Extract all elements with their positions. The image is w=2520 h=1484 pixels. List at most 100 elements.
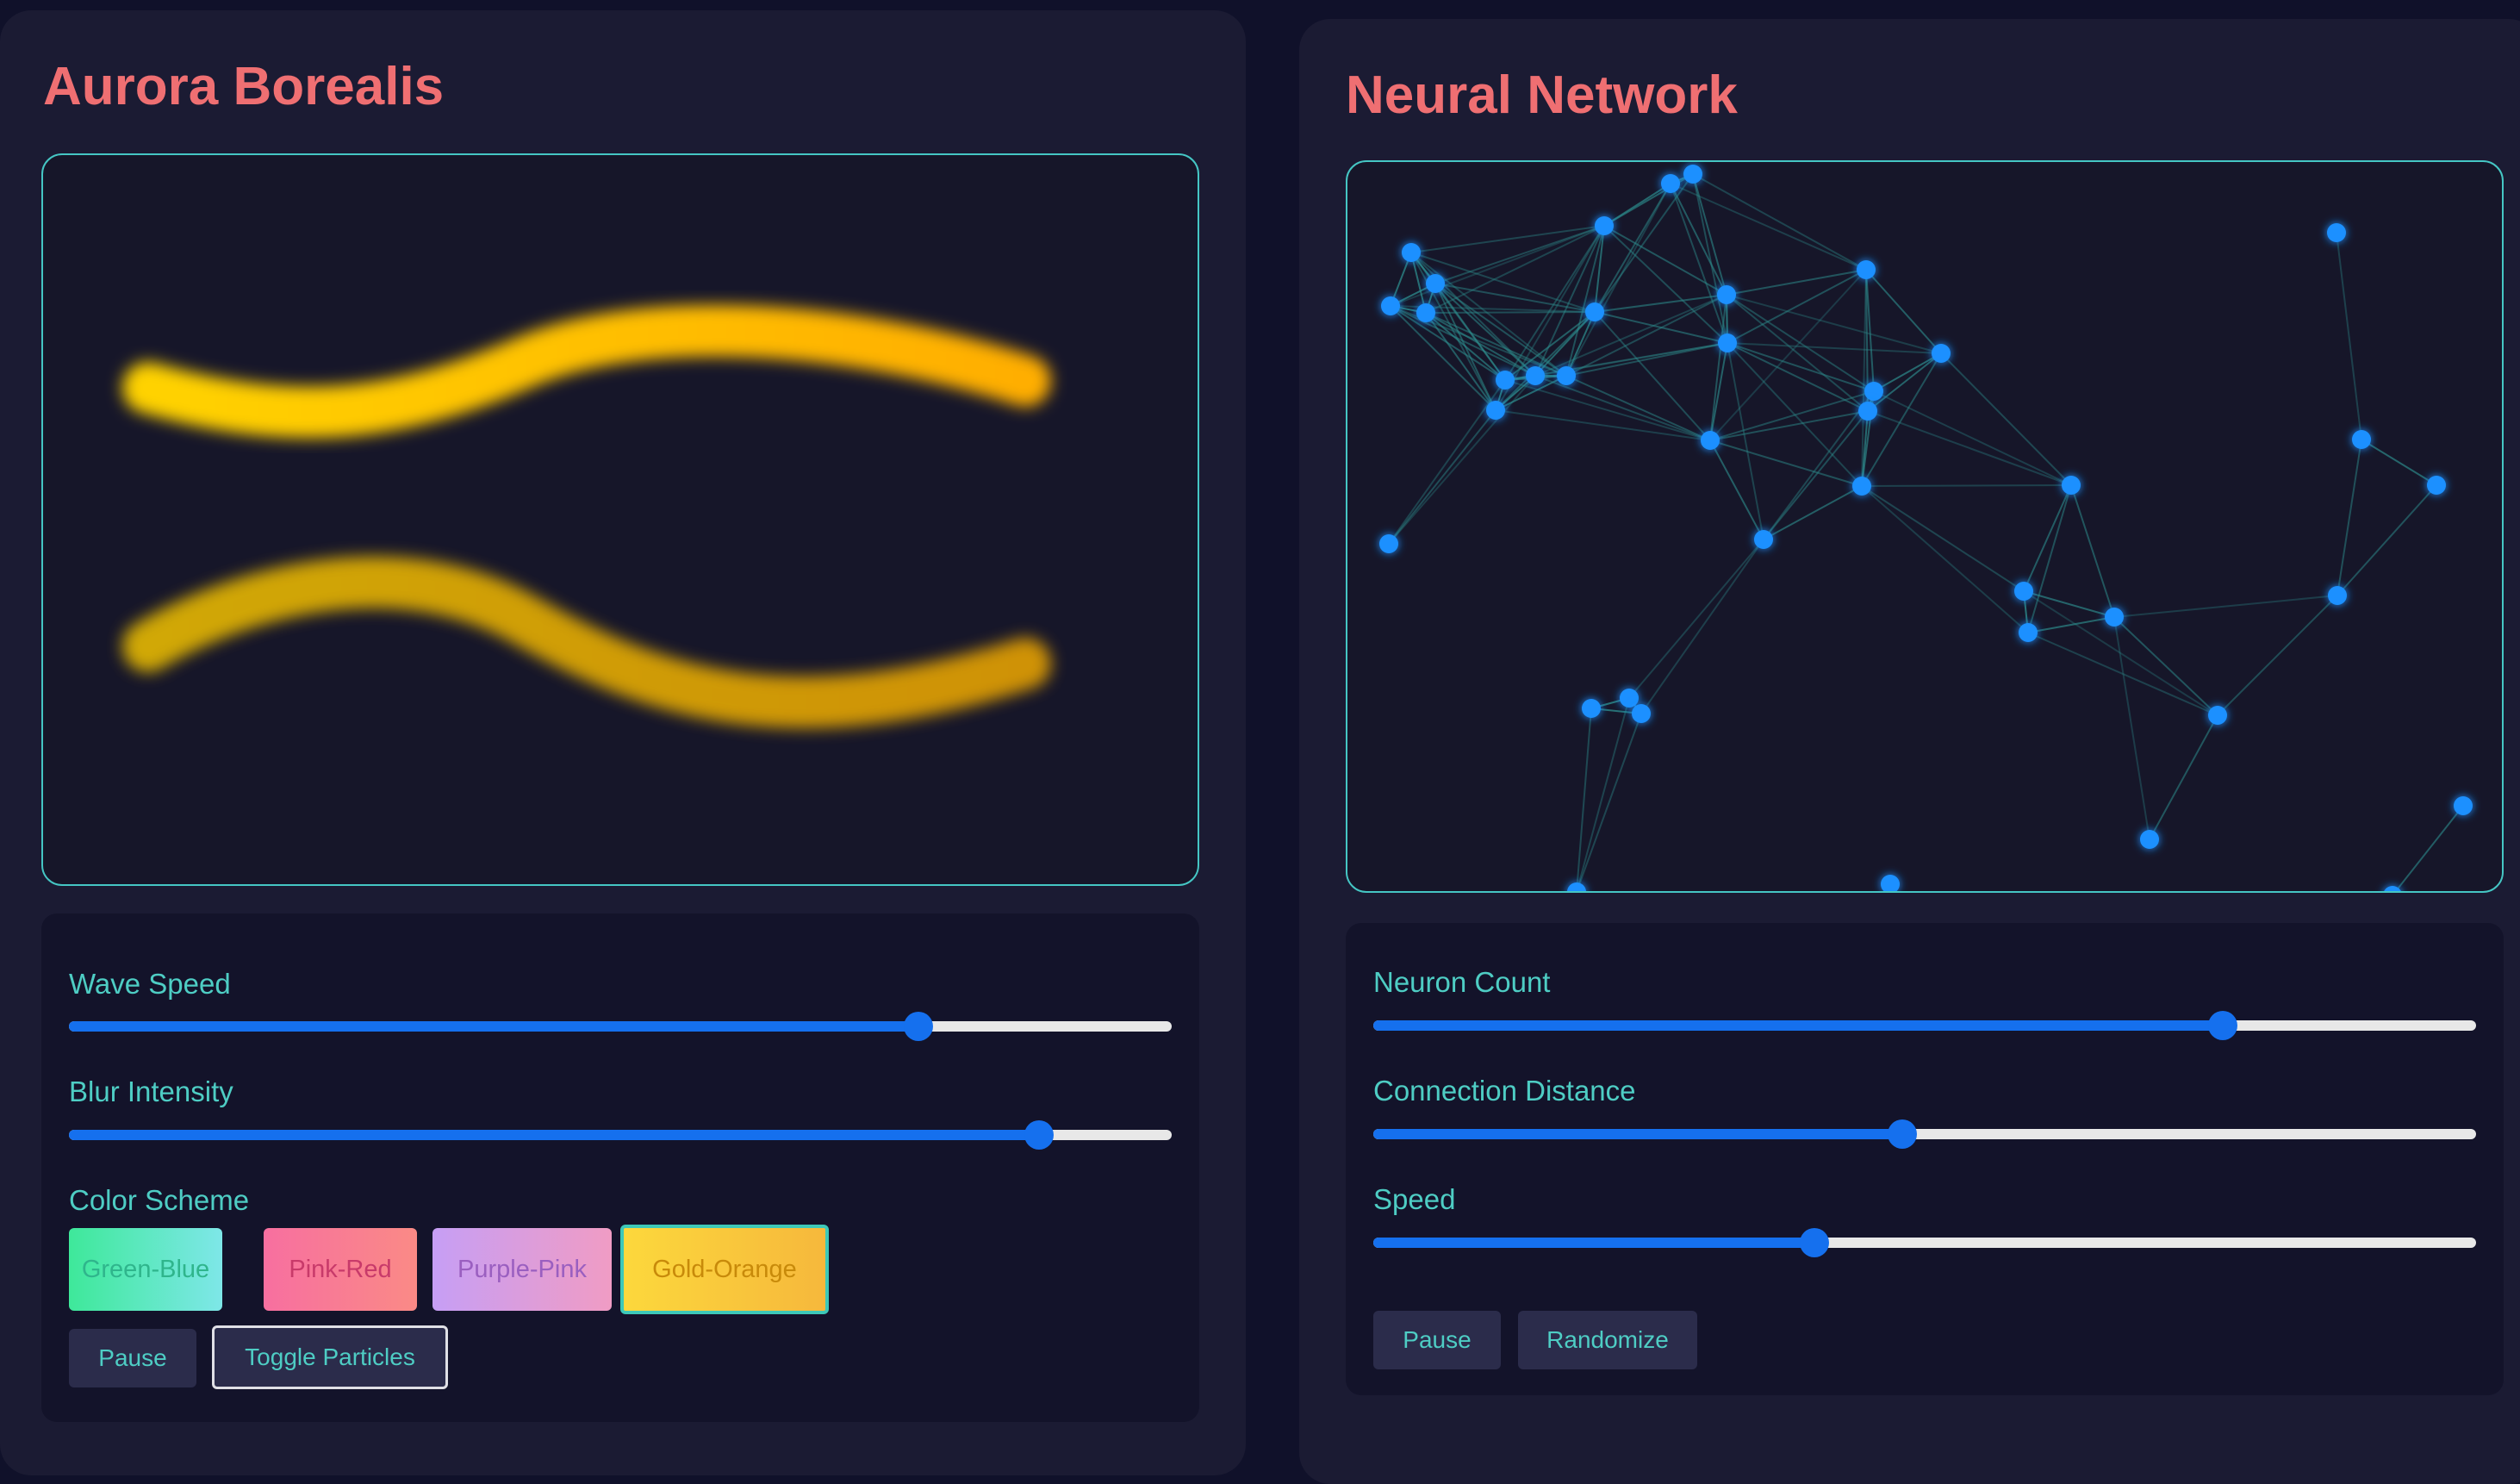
neuron-connection xyxy=(1425,312,1496,411)
scheme-purple-pink-button[interactable]: Purple-Pink xyxy=(432,1228,612,1311)
toggle-particles-button[interactable]: Toggle Particles xyxy=(212,1325,448,1389)
neural-canvas[interactable] xyxy=(1346,160,2504,893)
aurora-canvas[interactable] xyxy=(41,153,1199,886)
neuron-node xyxy=(1632,704,1651,723)
neuron-connection xyxy=(1388,379,1506,545)
neuron-connection xyxy=(1867,352,1942,412)
neuron-node xyxy=(1718,334,1737,352)
neural-title: Neural Network xyxy=(1346,65,1738,125)
neuron-count-label: Neuron Count xyxy=(1373,966,1551,998)
connection-distance-slider[interactable] xyxy=(1373,1119,2476,1149)
neuron-connection xyxy=(1628,539,1764,699)
blur-intensity-thumb[interactable] xyxy=(1024,1120,1055,1150)
neuron-node xyxy=(1864,382,1883,401)
neuron-connection xyxy=(1640,539,1764,714)
neuron-node xyxy=(2328,586,2347,605)
scheme-gold-orange-button[interactable]: Gold-Orange xyxy=(620,1225,829,1314)
neuron-node xyxy=(1661,174,1680,193)
neuron-connection xyxy=(1576,713,1642,891)
neuron-node xyxy=(1881,875,1900,891)
neuron-connection xyxy=(1565,225,1605,377)
aurora-title: Aurora Borealis xyxy=(43,57,445,116)
neuron-connection xyxy=(1692,173,1727,296)
neuron-node xyxy=(2208,706,2227,725)
neuron-connection xyxy=(1873,352,1942,392)
neuron-node xyxy=(2105,608,2124,627)
neuron-connection xyxy=(1425,311,1596,314)
neuron-node xyxy=(1701,431,1720,450)
neuron-node xyxy=(1585,302,1604,321)
wave-speed-thumb[interactable] xyxy=(903,1012,933,1041)
neuron-node xyxy=(2019,623,2038,642)
neuron-connection xyxy=(1763,485,1863,540)
neuron-connection xyxy=(2336,232,2362,440)
aurora-pause-button[interactable]: Pause xyxy=(69,1329,196,1387)
neuron-node xyxy=(1526,366,1545,385)
neuron-node xyxy=(1582,699,1601,718)
neuron-connection xyxy=(2113,616,2218,716)
neuron-connection xyxy=(2113,616,2150,840)
neuron-connection xyxy=(1861,485,2025,592)
color-scheme-label: Color Scheme xyxy=(69,1184,250,1216)
blur-intensity-slider[interactable] xyxy=(69,1120,1172,1150)
neuron-connection xyxy=(1940,352,2072,486)
speed-label: Speed xyxy=(1373,1183,1456,1215)
neuron-node xyxy=(1932,344,1951,363)
neuron-node xyxy=(2140,830,2159,849)
speed-thumb[interactable] xyxy=(1800,1228,1829,1257)
neuron-node xyxy=(2014,582,2033,601)
neuron-node xyxy=(1416,303,1435,322)
neuron-count-slider[interactable] xyxy=(1373,1011,2476,1040)
aurora-controls: Wave Speed Blur Intensity Color Scheme G… xyxy=(41,913,1199,1422)
neuron-node xyxy=(1486,401,1505,420)
neuron-node xyxy=(1595,216,1614,235)
neuron-node xyxy=(1402,243,1421,262)
wave-speed-slider[interactable] xyxy=(69,1012,1172,1041)
connection-distance-thumb[interactable] xyxy=(1888,1119,1918,1149)
neuron-connection xyxy=(1504,379,1711,441)
neuron-connection xyxy=(1861,484,2072,487)
neuron-connection xyxy=(1726,269,1867,296)
wave-speed-label: Wave Speed xyxy=(69,968,231,1000)
neuron-connection xyxy=(1709,440,1764,540)
neuron-node xyxy=(1754,530,1773,549)
neuron-connection xyxy=(1727,269,1867,344)
scheme-pink-red-button[interactable]: Pink-Red xyxy=(264,1228,417,1311)
neuron-connection xyxy=(1594,173,1694,313)
neuron-node xyxy=(2352,430,2371,449)
neuron-connection xyxy=(1873,390,2072,486)
neuron-connection xyxy=(2217,595,2338,716)
neuron-connection xyxy=(1388,409,1496,545)
neuron-node xyxy=(1381,296,1400,315)
scheme-green-blue-button[interactable]: Green-Blue xyxy=(69,1228,222,1311)
randomize-button[interactable]: Randomize xyxy=(1518,1311,1697,1369)
neuron-node xyxy=(1567,882,1586,891)
neural-panel: Neural Network Neuron Count Connection D… xyxy=(1299,19,2520,1484)
neural-network-graph xyxy=(1379,165,2473,891)
neuron-node xyxy=(1717,285,1736,304)
speed-slider[interactable] xyxy=(1373,1228,2476,1257)
neuron-node xyxy=(1857,260,1876,279)
neural-pause-button[interactable]: Pause xyxy=(1373,1311,1501,1369)
aurora-panel: Aurora Borealis Wave Speed Blur Intensit… xyxy=(0,10,1246,1475)
neuron-connection xyxy=(1867,410,2072,486)
connection-distance-label: Connection Distance xyxy=(1373,1075,1636,1107)
neural-controls: Neuron Count Connection Distance Speed P… xyxy=(1346,923,2504,1395)
neuron-connection xyxy=(2113,595,2338,618)
neuron-connection xyxy=(2027,484,2072,633)
neuron-count-thumb[interactable] xyxy=(2207,1011,2237,1040)
neuron-node xyxy=(2427,476,2446,495)
neuron-node xyxy=(1858,402,1877,421)
neuron-connection xyxy=(2070,484,2115,618)
neuron-connection xyxy=(1727,342,1764,540)
neuron-node xyxy=(1496,371,1515,390)
neuron-node xyxy=(1557,366,1576,385)
neuron-node xyxy=(2062,476,2081,495)
neuron-node xyxy=(2454,796,2473,815)
neuron-connection xyxy=(2394,805,2464,891)
aurora-waves xyxy=(122,304,1051,728)
neuron-connection xyxy=(1692,173,1867,271)
neuron-connection xyxy=(1865,269,1942,354)
neuron-connection xyxy=(2027,616,2115,633)
neuron-node xyxy=(1852,477,1871,496)
